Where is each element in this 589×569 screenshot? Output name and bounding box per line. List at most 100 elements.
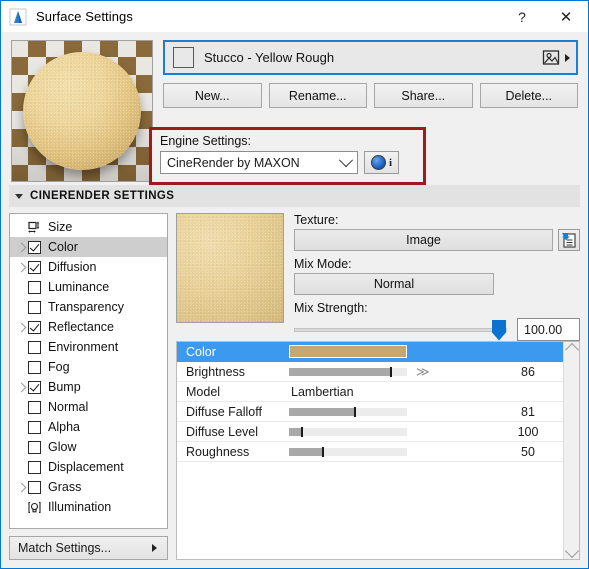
material-name-bar[interactable]: Stucco - Yellow Rough bbox=[163, 40, 578, 75]
channel-row-displacement[interactable]: Displacement bbox=[10, 457, 167, 477]
channel-checkbox-reflectance[interactable] bbox=[28, 320, 41, 334]
property-control[interactable]: ≫ bbox=[289, 365, 475, 378]
delete-button[interactable]: Delete... bbox=[479, 83, 578, 108]
channel-row-fog[interactable]: Fog bbox=[10, 357, 167, 377]
property-slider[interactable] bbox=[289, 446, 407, 457]
color-swatch[interactable] bbox=[289, 345, 407, 358]
channel-row-environment[interactable]: Environment bbox=[10, 337, 167, 357]
property-row-roughness[interactable]: Roughness 50 bbox=[177, 442, 563, 462]
slider-fill bbox=[289, 367, 391, 376]
double-chevron-icon[interactable]: ≫ bbox=[416, 365, 430, 378]
channel-row-bump[interactable]: Bump bbox=[10, 377, 167, 397]
channel-label: Normal bbox=[48, 400, 89, 414]
channel-checkbox-grass[interactable] bbox=[28, 480, 41, 494]
channel-label: Diffusion bbox=[48, 260, 97, 274]
property-row-brightness[interactable]: Brightness ≫ 86 bbox=[177, 362, 563, 382]
channel-row-color[interactable]: Color bbox=[10, 237, 167, 257]
chevron-down-icon[interactable] bbox=[564, 543, 579, 559]
property-slider[interactable] bbox=[289, 366, 407, 377]
channel-row-normal[interactable]: Normal bbox=[10, 397, 167, 417]
property-value[interactable]: 50 bbox=[493, 445, 563, 459]
channel-checkbox-bump[interactable] bbox=[28, 380, 41, 394]
expand-arrow-icon[interactable] bbox=[14, 382, 28, 392]
property-slider[interactable] bbox=[289, 406, 407, 417]
channel-checkbox-glow[interactable] bbox=[28, 440, 41, 454]
property-name: Roughness bbox=[186, 444, 250, 459]
property-name: Model bbox=[186, 384, 221, 399]
property-control[interactable] bbox=[289, 345, 563, 358]
channel-row-reflectance[interactable]: Reflectance bbox=[10, 317, 167, 337]
chevron-down-icon bbox=[338, 152, 354, 167]
texture-button[interactable]: Image bbox=[294, 229, 553, 251]
channel-checkbox-transparency[interactable] bbox=[28, 300, 41, 314]
mix-strength-handle[interactable] bbox=[492, 319, 506, 341]
property-value[interactable]: 86 bbox=[493, 365, 563, 379]
image-icon[interactable] bbox=[542, 49, 561, 67]
engine-info-button[interactable]: i bbox=[364, 151, 399, 174]
channel-label: Color bbox=[48, 240, 78, 254]
channel-label: Environment bbox=[48, 340, 119, 354]
mix-mode-button[interactable]: Normal bbox=[294, 273, 494, 295]
match-settings-button[interactable]: Match Settings... bbox=[9, 536, 168, 560]
material-swatch[interactable] bbox=[173, 47, 194, 68]
rename-button[interactable]: Rename... bbox=[268, 83, 367, 108]
expand-arrow-icon[interactable] bbox=[14, 322, 28, 332]
channel-row-transparency[interactable]: Transparency bbox=[10, 297, 167, 317]
engine-settings-row: CineRender by MAXON i bbox=[160, 151, 415, 174]
property-row-diffuse-falloff[interactable]: Diffuse Falloff 81 bbox=[177, 402, 563, 422]
property-control[interactable]: Lambertian bbox=[289, 385, 563, 399]
property-control[interactable] bbox=[289, 406, 475, 417]
channel-checkbox-normal[interactable] bbox=[28, 400, 41, 414]
property-row-diffuse-level[interactable]: Diffuse Level 100 bbox=[177, 422, 563, 442]
property-row-model[interactable]: Model Lambertian bbox=[177, 382, 563, 402]
expand-arrow-icon[interactable] bbox=[14, 242, 28, 252]
property-row-color[interactable]: Color bbox=[177, 342, 563, 362]
channel-row-grass[interactable]: Grass bbox=[10, 477, 167, 497]
close-button[interactable]: ✕ bbox=[544, 2, 588, 32]
triangle-right-icon[interactable] bbox=[565, 53, 570, 62]
channel-checkbox-displacement[interactable] bbox=[28, 460, 41, 474]
channel-row-glow[interactable]: Glow bbox=[10, 437, 167, 457]
channel-row-alpha[interactable]: Alpha bbox=[10, 417, 167, 437]
engine-settings-label: Engine Settings: bbox=[160, 134, 252, 148]
property-scrollbar[interactable] bbox=[563, 342, 579, 559]
property-value[interactable]: 81 bbox=[493, 405, 563, 419]
channel-checkbox-environment[interactable] bbox=[28, 340, 41, 354]
mix-strength-value[interactable]: 100.00 bbox=[517, 318, 580, 341]
new-button[interactable]: New... bbox=[163, 83, 262, 108]
mix-strength-slider[interactable] bbox=[294, 319, 507, 341]
property-value[interactable]: Lambertian bbox=[289, 385, 354, 399]
cinerender-section-header[interactable]: CINERENDER SETTINGS bbox=[9, 185, 580, 207]
section-title: CINERENDER SETTINGS bbox=[30, 190, 175, 202]
property-value[interactable]: 100 bbox=[493, 425, 563, 439]
channel-checkbox-diffusion[interactable] bbox=[28, 260, 41, 274]
left-column: Size Color Diffusion Luminance Transparency R… bbox=[9, 213, 168, 560]
property-control[interactable] bbox=[289, 446, 475, 457]
property-control[interactable] bbox=[289, 426, 475, 437]
channel-checkbox-luminance[interactable] bbox=[28, 280, 41, 294]
channel-row-luminance[interactable]: Luminance bbox=[10, 277, 167, 297]
channel-row-size[interactable]: Size bbox=[10, 217, 167, 237]
channel-row-diffusion[interactable]: Diffusion bbox=[10, 257, 167, 277]
channel-checkbox-color[interactable] bbox=[28, 240, 41, 254]
material-preview[interactable] bbox=[11, 40, 153, 182]
channel-label: Size bbox=[48, 220, 73, 234]
body-area: Size Color Diffusion Luminance Transparency R… bbox=[1, 207, 588, 568]
preview-sphere bbox=[23, 52, 141, 170]
texture-preview[interactable] bbox=[176, 213, 284, 323]
texture-preview-grain bbox=[177, 214, 283, 322]
expand-arrow-icon[interactable] bbox=[14, 262, 28, 272]
window-title: Surface Settings bbox=[36, 9, 133, 24]
channel-row-illumination[interactable]: Illumination bbox=[10, 497, 167, 517]
expand-arrow-icon[interactable] bbox=[14, 482, 28, 492]
engine-select[interactable]: CineRender by MAXON bbox=[160, 151, 358, 174]
chevron-up-icon[interactable] bbox=[564, 342, 579, 358]
property-slider[interactable] bbox=[289, 426, 407, 437]
help-button[interactable]: ? bbox=[500, 2, 544, 32]
document-import-icon[interactable] bbox=[558, 229, 580, 251]
channel-checkbox-fog[interactable] bbox=[28, 360, 41, 374]
mix-strength-label: Mix Strength: bbox=[294, 301, 368, 315]
channel-label: Transparency bbox=[48, 300, 124, 314]
share-button[interactable]: Share... bbox=[374, 83, 473, 108]
channel-checkbox-alpha[interactable] bbox=[28, 420, 41, 434]
